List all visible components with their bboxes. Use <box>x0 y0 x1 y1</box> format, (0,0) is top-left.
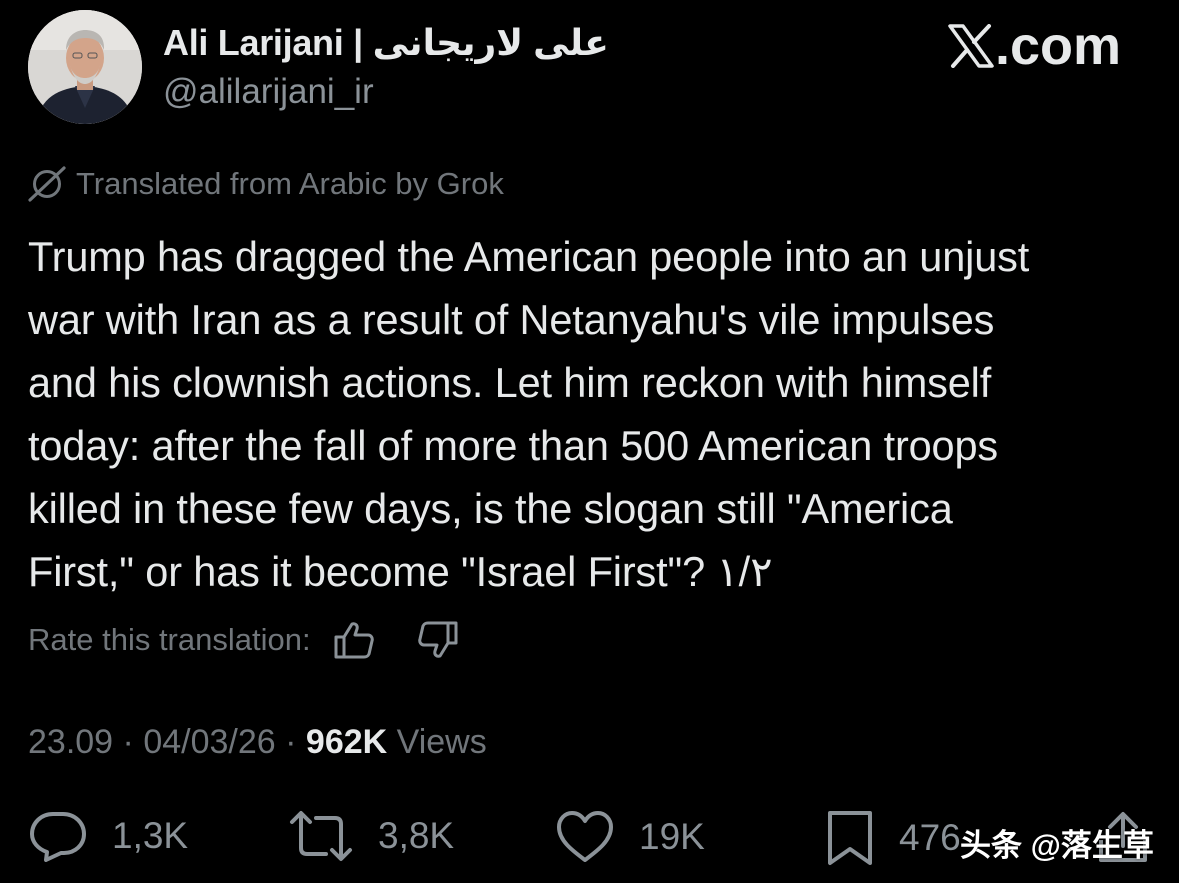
translation-notice-text: Translated from Arabic by Grok <box>76 166 504 201</box>
like-button[interactable]: 19K <box>555 810 705 864</box>
reply-button[interactable]: 1,3K <box>28 810 188 862</box>
views-label: Views <box>396 723 487 761</box>
thumbs-down-button[interactable] <box>417 620 459 660</box>
brand-logo: .com <box>948 15 1121 77</box>
thumbs-up-icon <box>334 622 374 659</box>
translation-notice: Translated from Arabic by Grok <box>28 166 504 202</box>
grok-icon <box>28 166 66 202</box>
avatar-image <box>28 10 142 124</box>
thumbs-up-button[interactable] <box>333 620 375 660</box>
like-count: 19K <box>639 816 705 857</box>
repost-button[interactable]: 3,8K <box>288 810 454 862</box>
tweet-date[interactable]: 04/03/26 <box>143 723 275 761</box>
author-name[interactable]: Ali Larijani | علی لاریجانی <box>163 22 609 64</box>
thumbs-down-icon <box>417 621 458 658</box>
tweet-text: Trump has dragged the American people in… <box>28 233 1030 595</box>
meta-separator: · <box>122 723 134 761</box>
bookmark-button[interactable]: 476 <box>825 810 961 866</box>
brand-domain: .com <box>994 16 1121 76</box>
bookmark-count: 476 <box>899 817 961 858</box>
bookmark-icon <box>828 811 872 865</box>
repost-icon <box>290 811 352 861</box>
reply-icon <box>30 812 86 862</box>
rate-translation-label: Rate this translation: <box>28 622 311 657</box>
meta-separator: · <box>285 723 297 761</box>
views-count: 962K <box>305 723 388 761</box>
heart-icon <box>557 811 613 862</box>
author-handle[interactable]: @alilarijani_ir <box>163 72 374 112</box>
avatar[interactable] <box>28 10 142 124</box>
x-logo-icon <box>948 24 994 68</box>
tweet-time[interactable]: 23.09 <box>28 723 113 761</box>
reply-count: 1,3K <box>112 815 189 856</box>
rate-translation: Rate this translation: <box>28 620 459 660</box>
repost-count: 3,8K <box>378 815 455 856</box>
source-watermark: 头条 @落生草 <box>960 828 1154 863</box>
tweet-meta: 23.09 · 04/03/26 · 962K Views <box>28 723 487 762</box>
